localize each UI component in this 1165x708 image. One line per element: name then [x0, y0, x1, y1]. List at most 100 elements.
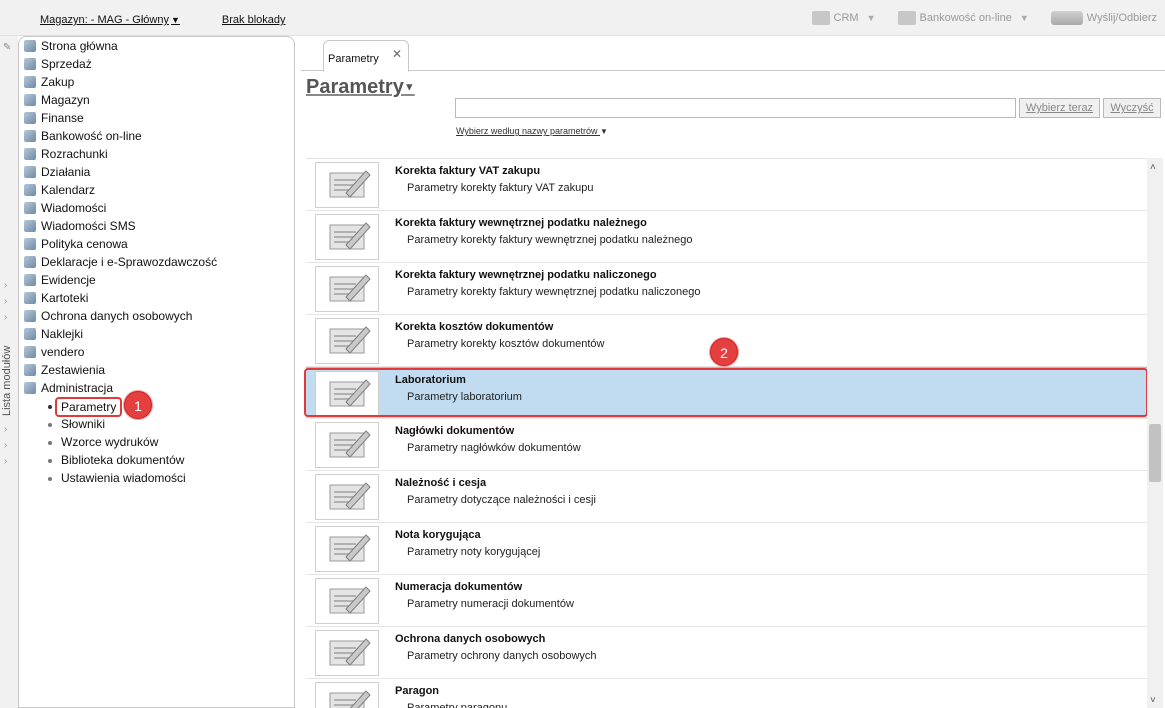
- parameter-icon: [315, 214, 379, 260]
- chevron-right-icon[interactable]: ›: [4, 310, 7, 326]
- chevron-down-icon: ▼: [600, 127, 608, 136]
- sidebar-subitem-2[interactable]: Wzorce wydruków: [19, 433, 294, 451]
- chevron-right-icon[interactable]: ›: [4, 438, 7, 454]
- sidebar-subitem-3[interactable]: Biblioteka dokumentów: [19, 451, 294, 469]
- sidebar-item-2[interactable]: Zakup: [19, 73, 294, 91]
- sidebar-item-label: Ochrona danych osobowych: [41, 309, 193, 323]
- sidebar-item-5[interactable]: Bankowość on-line: [19, 127, 294, 145]
- brak-blokady-link[interactable]: Brak blokady: [222, 14, 286, 26]
- sidebar-item-1[interactable]: Sprzedaż: [19, 55, 294, 73]
- crm-icon: [811, 11, 830, 25]
- sidebar-item-8[interactable]: Kalendarz: [19, 181, 294, 199]
- sidebar-item-4[interactable]: Finanse: [19, 109, 294, 127]
- chevron-down-icon: ▼: [1019, 13, 1029, 23]
- scroll-thumb[interactable]: [1149, 424, 1161, 482]
- list-item[interactable]: Korekta faktury wewnętrznej podatku nale…: [306, 211, 1148, 263]
- list-item[interactable]: Korekta faktury VAT zakupu Parametry kore…: [306, 159, 1148, 211]
- sidebar-subitem-0[interactable]: Parametry: [19, 397, 294, 417]
- sidebar-item-label: Działania: [41, 165, 91, 179]
- item-description: Parametry korekty faktury wewnętrznej po…: [407, 286, 701, 298]
- item-title: Korekta kosztów dokumentów: [395, 321, 554, 333]
- clear-button[interactable]: Wyczyść: [1103, 98, 1161, 118]
- rail-arrows-top: › › ›: [4, 278, 7, 326]
- module-icon: [24, 328, 36, 340]
- callout-1: 1: [124, 391, 152, 419]
- sidebar-item-0[interactable]: Strona główna: [19, 37, 294, 55]
- module-list-label[interactable]: Lista modułów: [1, 346, 13, 416]
- sidebar-item-16[interactable]: Naklejki: [19, 325, 294, 343]
- tab-parametry[interactable]: Parametry ✕: [323, 40, 409, 72]
- chevron-right-icon[interactable]: ›: [4, 278, 7, 294]
- send-receive-icon: [1050, 11, 1083, 25]
- item-description: Parametry korekty faktury wewnętrznej po…: [407, 234, 693, 246]
- pin-icon[interactable]: ✎: [3, 42, 14, 53]
- scroll-up-icon[interactable]: ˄: [1150, 162, 1156, 173]
- list-item[interactable]: Laboratorium Parametry laboratorium: [306, 367, 1148, 419]
- chevron-right-icon[interactable]: ›: [4, 294, 7, 310]
- list-item[interactable]: Należność i cesja Parametry dotyczące nal…: [306, 471, 1148, 523]
- sidebar-item-14[interactable]: Kartoteki: [19, 289, 294, 307]
- sidebar-item-15[interactable]: Ochrona danych osobowych: [19, 307, 294, 325]
- magazyn-selector[interactable]: Magazyn: - MAG - Główny ▼: [40, 14, 180, 26]
- bullet-icon: [48, 423, 52, 427]
- item-title: Korekta faktury wewnętrznej podatku nale…: [395, 217, 647, 229]
- bullet-icon: [48, 459, 52, 463]
- list-item[interactable]: Ochrona danych osobowych Parametry ochron…: [306, 627, 1148, 679]
- chevron-right-icon[interactable]: ›: [4, 454, 7, 470]
- choose-now-button[interactable]: Wybierz teraz: [1019, 98, 1100, 118]
- list-item[interactable]: Nota korygująca Parametry noty korygujące…: [306, 523, 1148, 575]
- module-icon: [24, 40, 36, 52]
- item-title: Korekta faktury wewnętrznej podatku nali…: [395, 269, 657, 281]
- module-list: Strona główna Sprzedaż Zakup Magazyn Finanse…: [19, 37, 294, 487]
- rail-arrows-bottom: › › ›: [4, 422, 7, 470]
- search-input[interactable]: [455, 98, 1016, 118]
- item-description: Parametry numeracji dokumentów: [407, 598, 574, 610]
- item-description: Parametry ochrony danych osobowych: [407, 650, 597, 662]
- sidebar-item-13[interactable]: Ewidencje: [19, 271, 294, 289]
- item-description: Parametry dotyczące należności i cesji: [407, 494, 596, 506]
- sidebar-item-label: Rozrachunki: [41, 147, 108, 161]
- list-item[interactable]: Korekta faktury wewnętrznej podatku nali…: [306, 263, 1148, 315]
- sidebar-item-11[interactable]: Polityka cenowa: [19, 235, 294, 253]
- bankowosc-label: Bankowość on-line: [919, 12, 1012, 24]
- chevron-right-icon[interactable]: ›: [4, 422, 7, 438]
- top-left-links: Magazyn: - MAG - Główny ▼ Brak blokady: [40, 14, 286, 26]
- callout-2: 2: [710, 338, 738, 366]
- close-icon[interactable]: ✕: [392, 47, 402, 61]
- sidebar-subitem-1[interactable]: Słowniki: [19, 415, 294, 433]
- sidebar-item-3[interactable]: Magazyn: [19, 91, 294, 109]
- module-icon: [24, 292, 36, 304]
- sidebar-item-17[interactable]: vendero: [19, 343, 294, 361]
- top-right-actions: CRM ▼ Bankowość on-line ▼ Wyślij/Odbierz: [811, 11, 1157, 25]
- bank-icon: [897, 11, 916, 25]
- sidebar-item-19[interactable]: Administracja: [19, 379, 294, 397]
- parameters-list: Korekta faktury VAT zakupu Parametry kore…: [306, 158, 1148, 708]
- page-title[interactable]: Parametry▼: [306, 76, 415, 99]
- sidebar-item-label: Zakup: [41, 75, 75, 89]
- module-icon: [24, 166, 36, 178]
- sidebar-item-12[interactable]: Deklaracje i e-Sprawozdawczość: [19, 253, 294, 271]
- sidebar-item-18[interactable]: Zestawienia: [19, 361, 294, 379]
- module-sidebar: Strona główna Sprzedaż Zakup Magazyn Finanse…: [18, 36, 295, 708]
- scroll-down-icon[interactable]: ˅: [1150, 695, 1156, 706]
- item-description: Parametry korekty kosztów dokumentów: [407, 338, 605, 350]
- sidebar-item-10[interactable]: Wiadomości SMS: [19, 217, 294, 235]
- sidebar-item-7[interactable]: Działania: [19, 163, 294, 181]
- list-item[interactable]: Numeracja dokumentów Parametry numeracji …: [306, 575, 1148, 627]
- wyslij-odbierz-button[interactable]: Wyślij/Odbierz: [1050, 11, 1157, 25]
- parameter-icon: [315, 474, 379, 520]
- parameter-icon: [315, 318, 379, 364]
- wyslij-label: Wyślij/Odbierz: [1086, 12, 1157, 24]
- crm-button[interactable]: CRM ▼: [811, 11, 876, 25]
- module-icon: [24, 148, 36, 160]
- bankowosc-button[interactable]: Bankowość on-line ▼: [897, 11, 1029, 25]
- sidebar-subitem-4[interactable]: Ustawienia wiadomości: [19, 469, 294, 487]
- list-item[interactable]: Paragon Parametry paragonu: [306, 679, 1148, 708]
- filter-by-name-link[interactable]: Wybierz według nazwy parametrów ▼: [456, 126, 608, 136]
- list-scrollbar[interactable]: ˄ ˅: [1147, 158, 1163, 708]
- list-item[interactable]: Nagłówki dokumentów Parametry nagłówków d…: [306, 419, 1148, 471]
- item-title: Należność i cesja: [395, 477, 487, 489]
- sidebar-item-6[interactable]: Rozrachunki: [19, 145, 294, 163]
- item-title: Paragon: [395, 685, 440, 697]
- sidebar-item-9[interactable]: Wiadomości: [19, 199, 294, 217]
